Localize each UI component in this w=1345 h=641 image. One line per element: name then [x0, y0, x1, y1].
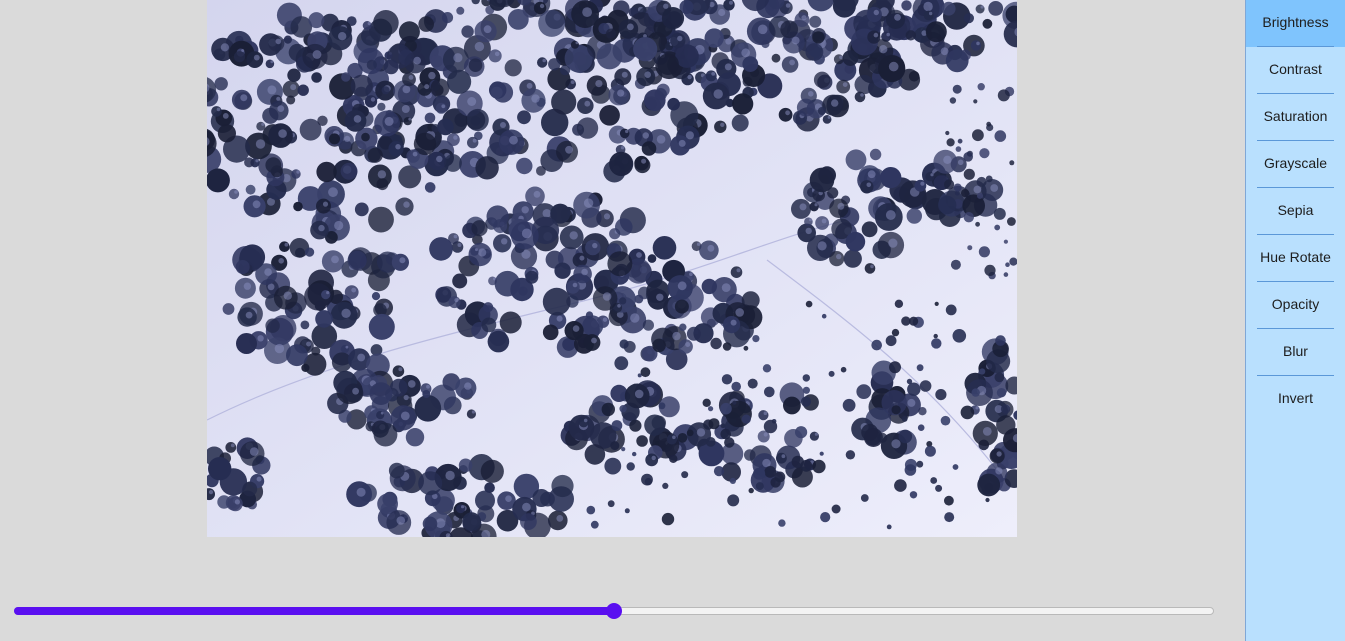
snowy-forest-photo	[207, 0, 1017, 537]
filter-label: Grayscale	[1263, 154, 1328, 171]
image-editor-app: Brightness Contrast Saturation Grayscale…	[0, 0, 1345, 641]
filter-item-hue-rotate[interactable]: Hue Rotate	[1246, 235, 1345, 282]
filter-sidebar: Brightness Contrast Saturation Grayscale…	[1245, 0, 1345, 641]
filter-item-opacity[interactable]: Opacity	[1246, 282, 1345, 329]
filter-label: Saturation	[1263, 107, 1328, 124]
slider-thumb[interactable]	[606, 603, 622, 619]
filter-label: Sepia	[1277, 201, 1314, 218]
preview-image	[207, 0, 1017, 537]
filter-item-sepia[interactable]: Sepia	[1246, 188, 1345, 235]
filter-item-brightness[interactable]: Brightness	[1246, 0, 1345, 47]
filter-item-blur[interactable]: Blur	[1246, 329, 1345, 376]
filter-value-slider[interactable]	[14, 603, 1214, 619]
editor-main-area	[0, 0, 1245, 641]
filter-label: Blur	[1283, 342, 1308, 359]
filter-item-contrast[interactable]: Contrast	[1246, 47, 1345, 94]
filter-label: Hue Rotate	[1260, 248, 1331, 265]
filter-label: Contrast	[1269, 60, 1322, 77]
filter-label: Opacity	[1271, 295, 1320, 312]
slider-fill	[14, 607, 614, 615]
filter-item-invert[interactable]: Invert	[1246, 376, 1345, 423]
filter-item-saturation[interactable]: Saturation	[1246, 94, 1345, 141]
filter-label: Invert	[1277, 389, 1313, 406]
filter-item-grayscale[interactable]: Grayscale	[1246, 141, 1345, 188]
filter-label: Brightness	[1262, 13, 1329, 30]
